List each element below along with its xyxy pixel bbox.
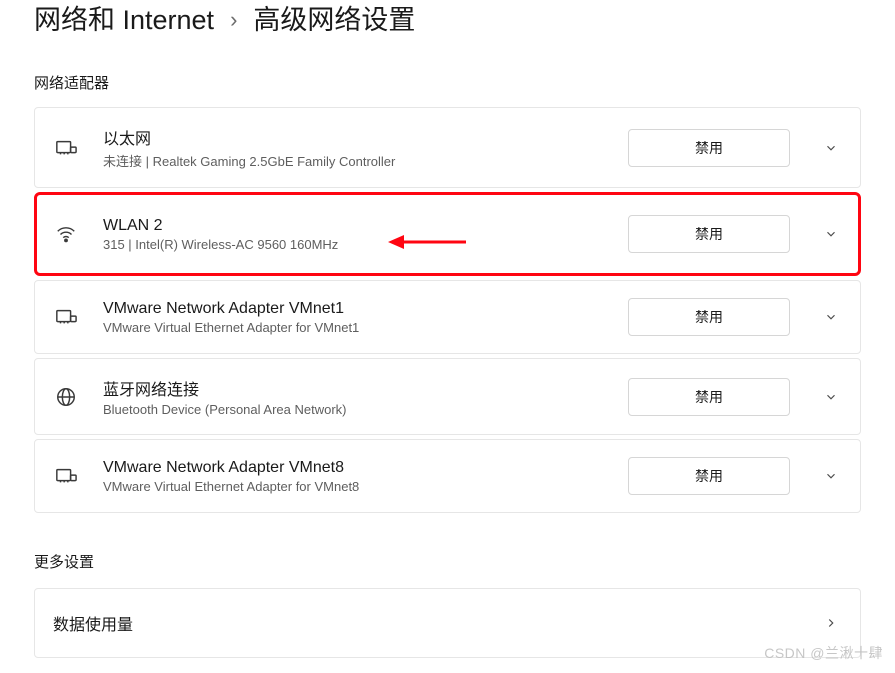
ethernet-icon — [53, 465, 79, 487]
adapter-text: 以太网未连接 | Realtek Gaming 2.5GbE Family Co… — [103, 125, 604, 170]
adapter-list: 以太网未连接 | Realtek Gaming 2.5GbE Family Co… — [0, 107, 895, 513]
adapter-subtitle: Bluetooth Device (Personal Area Network) — [103, 402, 604, 417]
adapter-card[interactable]: 蓝牙网络连接 Bluetooth Device (Personal Area Ne… — [34, 358, 861, 435]
chevron-down-icon[interactable] — [820, 223, 842, 245]
adapter-subtitle: VMware Virtual Ethernet Adapter for VMne… — [103, 320, 604, 335]
adapter-text: VMware Network Adapter VMnet8 VMware Virt… — [103, 459, 604, 494]
adapter-card[interactable]: WLAN 2 315 | Intel(R) Wireless-AC 9560 16… — [34, 192, 861, 276]
adapter-title: VMware Network Adapter VMnet8 — [103, 459, 604, 477]
disable-button[interactable]: 禁用 — [628, 378, 790, 416]
adapter-card[interactable]: 以太网未连接 | Realtek Gaming 2.5GbE Family Co… — [34, 107, 861, 188]
breadcrumb-parent[interactable]: 网络和 Internet — [34, 0, 214, 40]
adapter-text: 蓝牙网络连接 Bluetooth Device (Personal Area Ne… — [103, 376, 604, 417]
breadcrumb: 网络和 Internet › 高级网络设置 — [0, 0, 895, 40]
data-usage-label: 数据使用量 — [53, 611, 133, 635]
adapter-card[interactable]: VMware Network Adapter VMnet1 VMware Virt… — [34, 280, 861, 354]
data-usage-card[interactable]: 数据使用量 — [34, 588, 861, 658]
disable-button[interactable]: 禁用 — [628, 129, 790, 167]
adapter-subtitle: 未连接 | Realtek Gaming 2.5GbE Family Contr… — [103, 151, 604, 170]
breadcrumb-current: 高级网络设置 — [253, 0, 415, 40]
wifi-icon — [53, 223, 79, 245]
chevron-right-icon[interactable] — [820, 612, 842, 634]
breadcrumb-separator: › — [230, 0, 237, 40]
chevron-down-icon[interactable] — [820, 137, 842, 159]
adapter-title: 蓝牙网络连接 — [103, 376, 604, 400]
ethernet-icon — [53, 137, 79, 159]
adapter-title: VMware Network Adapter VMnet1 — [103, 300, 604, 318]
chevron-down-icon[interactable] — [820, 465, 842, 487]
section-title-more: 更多设置 — [0, 513, 895, 588]
adapter-text: VMware Network Adapter VMnet1 VMware Virt… — [103, 300, 604, 335]
adapter-card[interactable]: VMware Network Adapter VMnet8 VMware Virt… — [34, 439, 861, 513]
adapter-text: WLAN 2 315 | Intel(R) Wireless-AC 9560 16… — [103, 217, 604, 252]
chevron-down-icon[interactable] — [820, 386, 842, 408]
chevron-down-icon[interactable] — [820, 306, 842, 328]
ethernet-icon — [53, 306, 79, 328]
disable-button[interactable]: 禁用 — [628, 457, 790, 495]
adapter-subtitle: VMware Virtual Ethernet Adapter for VMne… — [103, 479, 604, 494]
bluetooth-globe-icon — [53, 386, 79, 408]
disable-button[interactable]: 禁用 — [628, 215, 790, 253]
watermark: CSDN @兰湫十肆 — [764, 643, 883, 663]
adapter-title: WLAN 2 — [103, 217, 604, 235]
adapter-subtitle: 315 | Intel(R) Wireless-AC 9560 160MHz — [103, 237, 604, 252]
adapter-title: 以太网 — [103, 125, 604, 149]
disable-button[interactable]: 禁用 — [628, 298, 790, 336]
section-title-adapters: 网络适配器 — [0, 40, 895, 107]
